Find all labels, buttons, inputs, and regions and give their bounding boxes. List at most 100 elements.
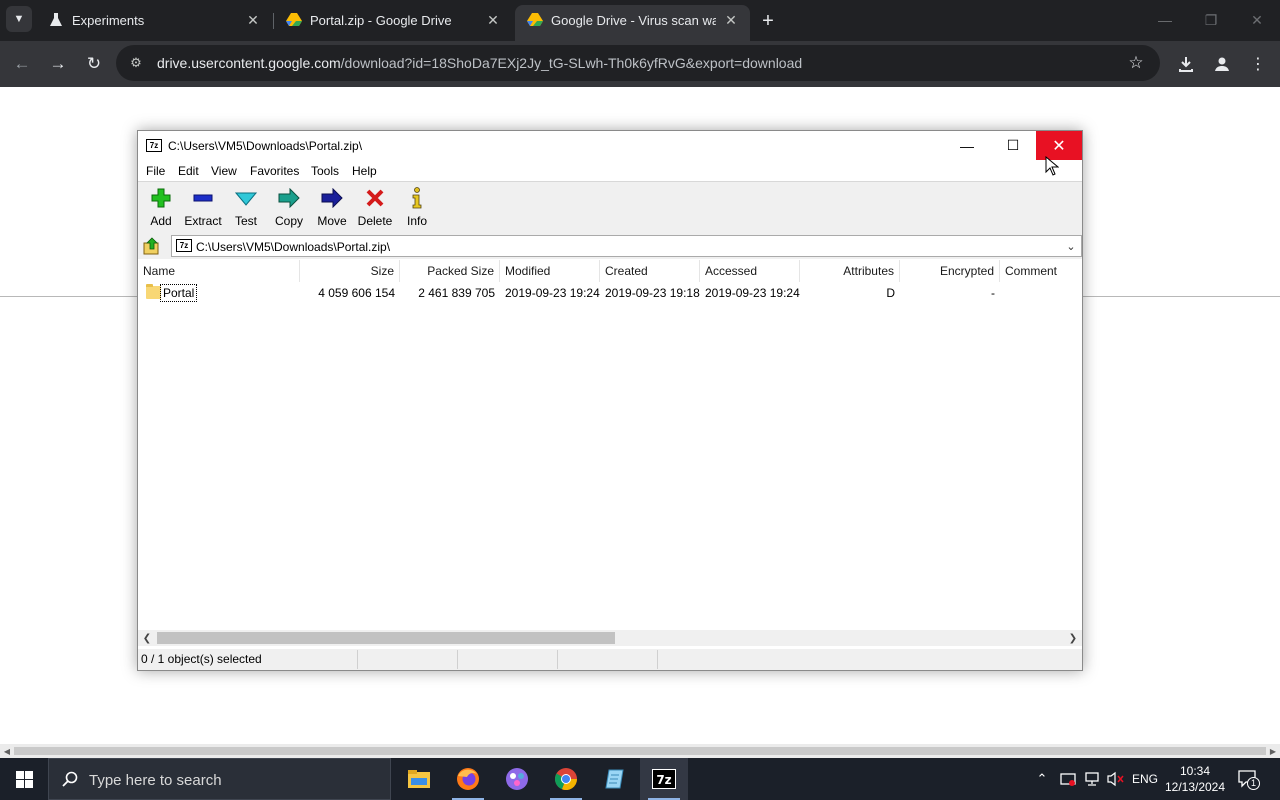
move-button[interactable]: Move [309, 186, 355, 230]
search-placeholder: Type here to search [89, 772, 222, 789]
profile-icon [1215, 57, 1229, 71]
menu-edit[interactable]: Edit [178, 164, 199, 178]
address-bar[interactable]: ⚙ drive.usercontent.google.com/download?… [116, 45, 1160, 81]
test-button[interactable]: Test [223, 186, 269, 230]
page-horizontal-scrollbar[interactable]: ◀ ▶ [0, 744, 1280, 758]
menu-favorites[interactable]: Favorites [250, 164, 299, 178]
scrollbar-thumb[interactable] [157, 632, 615, 644]
download-icon [1179, 57, 1193, 72]
taskbar-search[interactable]: Type here to search [48, 758, 391, 800]
taskbar-7zip[interactable]: 7z [640, 758, 688, 800]
row-attributes: D [886, 286, 895, 300]
back-button[interactable]: ← [9, 51, 35, 77]
minimize-button[interactable]: — [1153, 8, 1177, 32]
folder-up-icon[interactable] [143, 237, 161, 255]
tab-title: Experiments [72, 13, 145, 28]
tab-experiments[interactable]: Experiments ✕ [36, 0, 272, 41]
7zip-archive-icon: 7z [176, 239, 192, 252]
notification-center[interactable]: 1 [1236, 768, 1260, 790]
scroll-left-icon[interactable]: ❮ [139, 630, 155, 646]
scrollbar-thumb[interactable] [14, 747, 1266, 755]
close-tab-icon[interactable]: ✕ [484, 11, 502, 29]
row-modified: 2019-09-23 19:24 [505, 286, 600, 300]
test-icon [235, 187, 257, 209]
taskbar: Type here to search 7z ⌃ ENG 10:34 12/13… [0, 758, 1280, 800]
tab-virus-scan[interactable]: Google Drive - Virus scan warn ✕ [515, 5, 750, 41]
tab-portal-zip[interactable]: Portal.zip - Google Drive ✕ [274, 0, 512, 41]
clock[interactable]: 10:34 12/13/2024 [1160, 763, 1230, 795]
row-name[interactable]: Portal [160, 284, 198, 302]
delete-label: Delete [357, 214, 393, 228]
profile-button[interactable] [1209, 51, 1235, 77]
bookmark-star-icon[interactable]: ☆ [1126, 53, 1146, 73]
extract-icon [192, 187, 214, 209]
extract-button[interactable]: Extract [180, 186, 226, 230]
path-combobox[interactable]: 7z C:\Users\VM5\Downloads\Portal.zip\ ⌄ [171, 235, 1082, 257]
status-bar: 0 / 1 object(s) selected [138, 649, 1082, 670]
close-button[interactable]: ✕ [1245, 8, 1269, 32]
delete-button[interactable]: Delete [352, 186, 398, 230]
menu-file[interactable]: File [146, 164, 165, 178]
menu-help[interactable]: Help [352, 164, 377, 178]
close-tab-icon[interactable]: ✕ [244, 11, 262, 29]
close-icon: ✕ [1052, 137, 1066, 155]
column-packed-size[interactable]: Packed Size [400, 260, 500, 282]
tray-security[interactable] [1058, 769, 1078, 789]
column-attributes[interactable]: Attributes [800, 260, 900, 282]
scroll-right-icon[interactable]: ❯ [1065, 630, 1081, 646]
sevenzip-titlebar[interactable]: 7z C:\Users\VM5\Downloads\Portal.zip\ — … [138, 131, 1082, 161]
column-name[interactable]: Name [138, 260, 300, 282]
chevron-down-icon[interactable]: ⌄ [1063, 238, 1079, 254]
file-list[interactable]: Name Size Packed Size Modified Created A… [138, 260, 1082, 630]
minimize-icon: — [1158, 12, 1172, 28]
close-button[interactable]: ✕ [1036, 131, 1082, 160]
column-accessed[interactable]: Accessed [700, 260, 800, 282]
info-button[interactable]: Info [394, 186, 440, 230]
show-hidden-icons[interactable]: ⌃ [1034, 769, 1050, 789]
tray-volume[interactable] [1106, 769, 1126, 789]
close-tab-icon[interactable]: ✕ [722, 11, 740, 29]
taskbar-app[interactable] [493, 758, 541, 800]
restore-button[interactable]: ❐ [1199, 8, 1223, 32]
column-encrypted[interactable]: Encrypted [900, 260, 1000, 282]
minimize-button[interactable]: — [944, 131, 990, 160]
copy-button[interactable]: Copy [266, 186, 312, 230]
taskbar-firefox[interactable] [444, 758, 492, 800]
tab-search-button[interactable]: ▼ [6, 6, 32, 32]
row-comment [1000, 282, 1082, 304]
scroll-right-icon[interactable]: ▶ [1266, 744, 1280, 758]
close-icon: ✕ [1251, 11, 1263, 28]
site-settings-icon[interactable]: ⚙ [128, 55, 144, 71]
downloads-button[interactable] [1173, 51, 1199, 77]
column-comment[interactable]: Comment [1000, 260, 1082, 282]
forward-button[interactable]: → [45, 51, 71, 77]
taskbar-file-explorer[interactable] [395, 758, 443, 800]
column-modified[interactable]: Modified [500, 260, 600, 282]
reload-button[interactable]: ↻ [81, 51, 107, 77]
move-label: Move [317, 214, 347, 228]
list-horizontal-scrollbar[interactable]: ❮ ❯ [138, 630, 1082, 646]
7zip-icon: 7z [146, 139, 162, 152]
taskbar-chrome[interactable] [542, 758, 590, 800]
menu-view[interactable]: View [211, 164, 237, 178]
maximize-button[interactable]: ☐ [990, 131, 1036, 160]
new-tab-button[interactable]: + [757, 10, 779, 32]
tray-network[interactable] [1082, 769, 1102, 789]
menu-tools[interactable]: Tools [311, 164, 339, 178]
start-button[interactable] [0, 758, 48, 800]
column-created[interactable]: Created [600, 260, 700, 282]
scroll-left-icon[interactable]: ◀ [0, 744, 14, 758]
url-path: /download?id=18ShoDa7EXj2Jy_tG-SLwh-Th0k… [340, 55, 803, 71]
google-drive-icon [527, 12, 543, 28]
svg-text:7z: 7z [656, 773, 671, 787]
restore-icon: ❐ [1204, 11, 1218, 28]
language-indicator[interactable]: ENG [1130, 769, 1160, 789]
add-button[interactable]: Add [138, 186, 184, 230]
path-text: C:\Users\VM5\Downloads\Portal.zip\ [196, 240, 391, 254]
delete-icon [364, 187, 386, 209]
menu-button[interactable]: ⋮ [1245, 51, 1271, 77]
arrow-right-icon: → [49, 54, 67, 73]
taskbar-notepad[interactable] [591, 758, 639, 800]
column-size[interactable]: Size [300, 260, 400, 282]
windows-icon [15, 770, 33, 788]
